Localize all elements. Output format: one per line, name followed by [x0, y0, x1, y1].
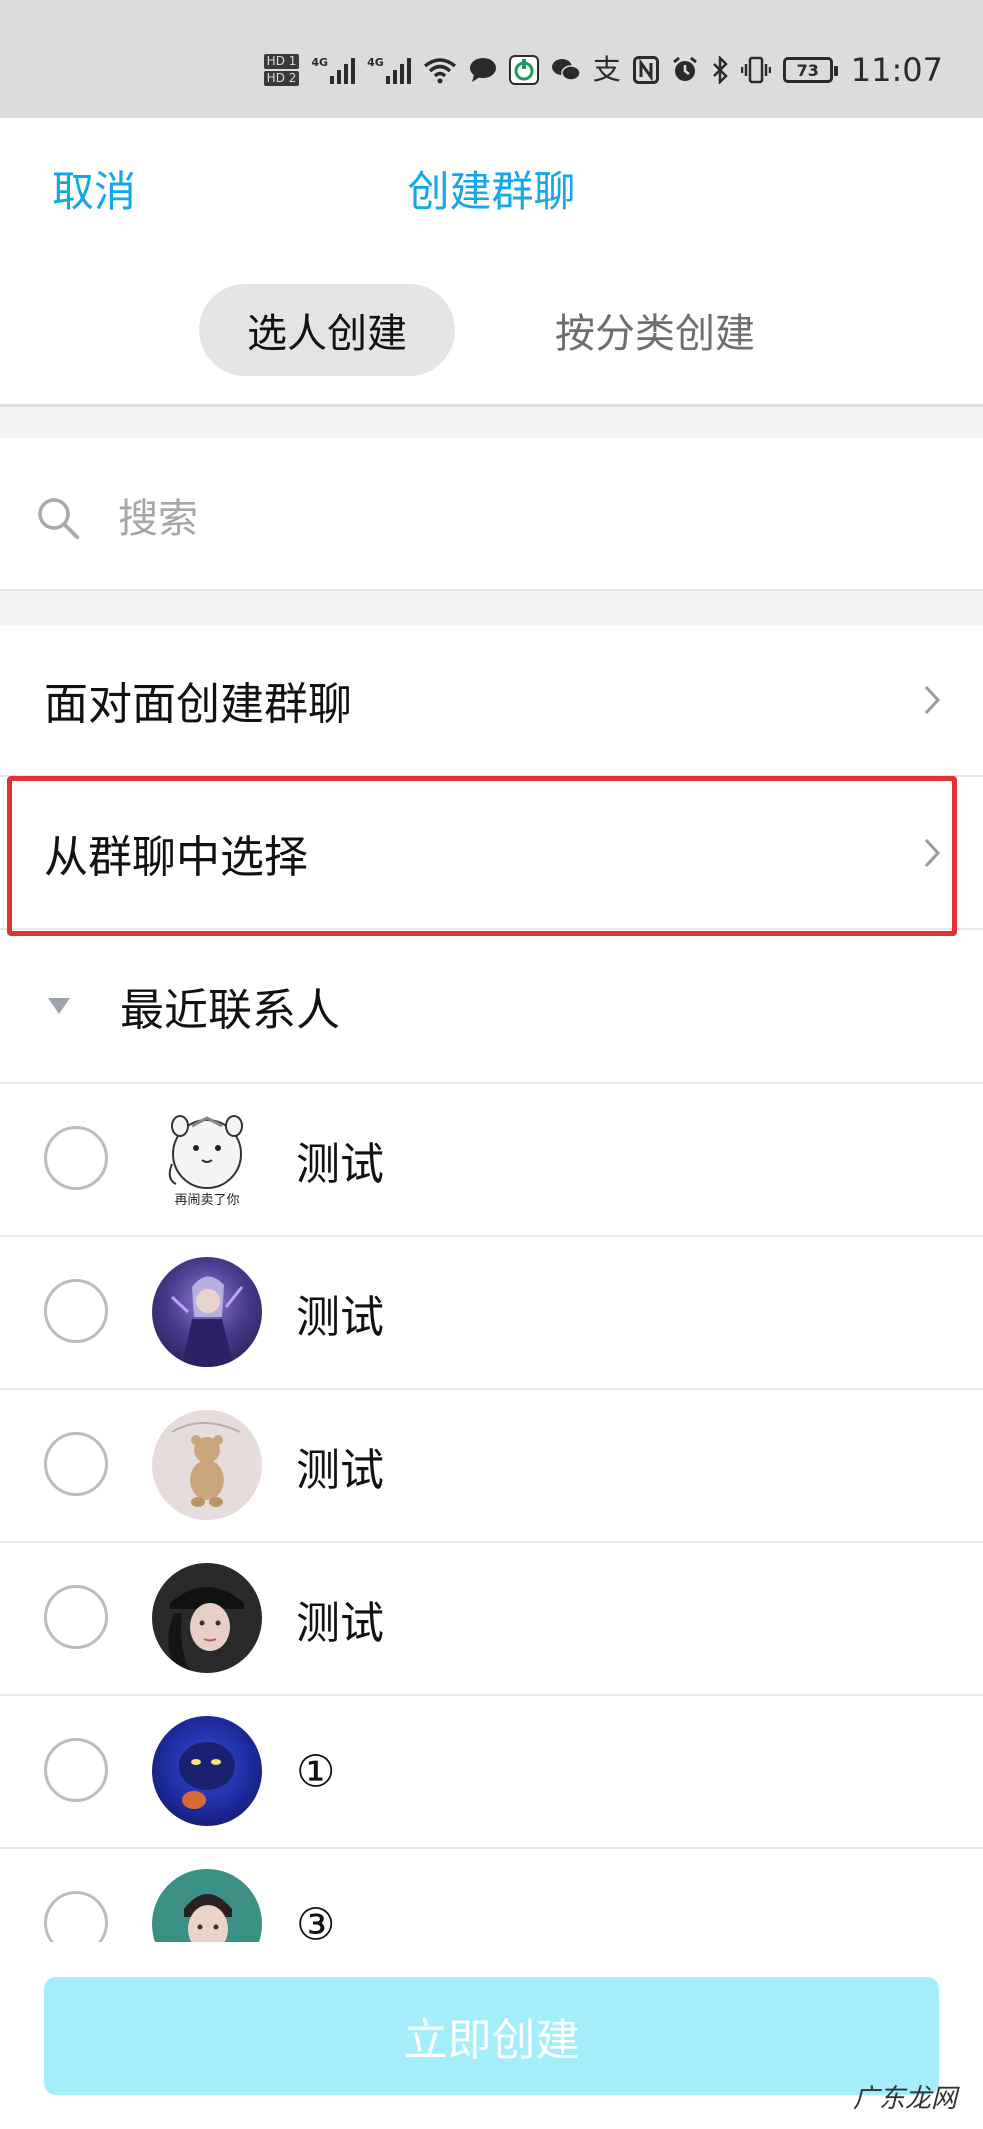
hd-indicator: HD 1 HD 2 [263, 54, 300, 86]
avatar [152, 1563, 262, 1673]
watermark-text: 广东龙网 [852, 2084, 957, 2114]
contact-row[interactable]: 再闹卖了你 测试 [0, 1084, 983, 1237]
select-radio[interactable] [44, 1585, 108, 1649]
highlight-annotation-box [7, 776, 957, 936]
battery-icon: 73 [782, 57, 838, 83]
alipay-icon: 支 [592, 53, 621, 86]
contact-name: ① [296, 1746, 336, 1797]
contact-row[interactable]: 测试 [0, 1237, 983, 1390]
create-now-button[interactable]: 立即创建 [44, 1977, 939, 2095]
nav-header: 创建群聊 取消 [0, 118, 983, 278]
sticker-caption: 再闹卖了你 [174, 1193, 239, 1208]
contact-name: 测试 [296, 1138, 384, 1190]
contact-row[interactable]: 测试 [0, 1543, 983, 1696]
contact-row[interactable]: 测试 [0, 1390, 983, 1543]
hamster-sticker-icon: 再闹卖了你 [168, 1115, 243, 1208]
battery-level: 73 [796, 60, 819, 80]
avatar [152, 1716, 262, 1826]
create-mode-tabs: 选人创建 按分类创建 [0, 284, 983, 380]
nfc-icon [632, 56, 659, 84]
recent-contacts-header[interactable]: 最近联系人 [0, 930, 983, 1084]
hd1-label: HD 1 [263, 54, 300, 69]
contact-list[interactable]: 再闹卖了你 测试 测试 测试 测试 ① ③ [0, 1084, 983, 1942]
section-gap [0, 407, 983, 438]
clock: 11:07 [850, 51, 943, 89]
tab-select-people[interactable]: 选人创建 [199, 284, 455, 376]
chevron-right-icon [924, 685, 941, 715]
contact-name: 测试 [296, 1291, 384, 1343]
contact-row[interactable]: ③ [0, 1849, 983, 1942]
contact-name: ③ [296, 1899, 336, 1942]
message-icon [469, 58, 496, 82]
page-title: 创建群聊 [407, 167, 576, 216]
vibrate-icon [740, 56, 771, 84]
signal-icon-2: 4G [367, 56, 411, 84]
face-to-face-label: 面对面创建群聊 [44, 679, 352, 730]
select-radio[interactable] [44, 1738, 108, 1802]
select-radio[interactable] [44, 1891, 108, 1942]
alarm-icon [672, 56, 697, 81]
bluetooth-icon [712, 56, 728, 84]
search-bar[interactable]: 搜索 [0, 438, 983, 591]
charging-app-icon [508, 55, 539, 85]
select-radio[interactable] [44, 1432, 108, 1496]
signal-icon-1: 4G [311, 56, 356, 84]
avatar [152, 1410, 262, 1520]
cancel-button[interactable]: 取消 [52, 158, 136, 219]
contact-name: 测试 [296, 1597, 384, 1649]
wifi-icon [423, 58, 456, 84]
avatar [152, 1869, 262, 1942]
status-icons: HD 1 HD 2 4G 4G 支 73 11:07 [263, 46, 943, 94]
avatar: 再闹卖了你 [152, 1104, 262, 1214]
hd2-label: HD 2 [263, 71, 300, 86]
section-gap [0, 591, 983, 625]
search-input[interactable]: 搜索 [118, 486, 198, 544]
contact-name: 测试 [296, 1444, 384, 1496]
avatar [152, 1257, 262, 1367]
contact-row[interactable]: ① [0, 1696, 983, 1849]
select-radio[interactable] [44, 1279, 108, 1343]
search-icon [38, 498, 79, 539]
bottom-bar: 立即创建 [0, 1942, 983, 2129]
tab-by-category[interactable]: 按分类创建 [520, 284, 790, 376]
status-bar: HD 1 HD 2 4G 4G 支 73 11:07 [0, 0, 983, 118]
face-to-face-group-row[interactable]: 面对面创建群聊 [0, 625, 983, 777]
collapse-triangle-icon [48, 998, 70, 1014]
select-radio[interactable] [44, 1126, 108, 1190]
recent-contacts-label: 最近联系人 [120, 985, 340, 1036]
wechat-icon [551, 59, 581, 81]
